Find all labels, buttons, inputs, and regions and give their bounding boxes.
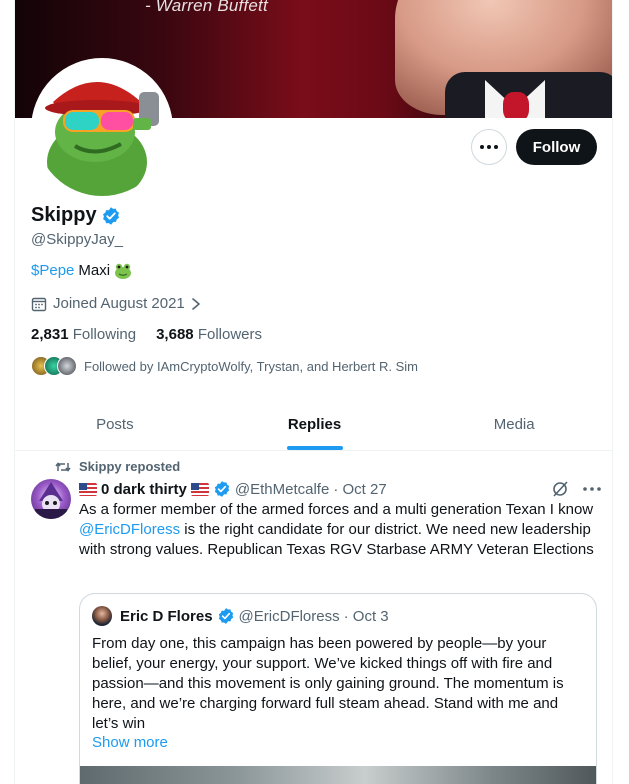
- chevron-right-icon: [191, 297, 200, 310]
- follow-button[interactable]: Follow: [516, 129, 597, 165]
- tab-label: Replies: [287, 415, 342, 433]
- tab-label: Media: [493, 415, 535, 433]
- us-flag-icon: [190, 482, 209, 496]
- post-more-icon[interactable]: [583, 487, 601, 491]
- post-author-name[interactable]: 0 dark thirty: [101, 481, 187, 498]
- follower-avatar: [57, 356, 77, 376]
- followers-you-know-avatars: [31, 356, 77, 376]
- following-link[interactable]: 2,831 Following: [31, 326, 136, 343]
- followers-label: Followers: [197, 326, 262, 343]
- profile-avatar[interactable]: [31, 58, 173, 200]
- show-more-link[interactable]: Show more: [92, 734, 168, 751]
- calendar-icon: [31, 297, 47, 311]
- post-date[interactable]: · Oct 27: [333, 481, 386, 498]
- more-options-button[interactable]: [471, 129, 507, 165]
- quoted-post-header: Eric D Flores @EricDFloress · Oct 3: [92, 606, 389, 626]
- following-label: Following: [72, 326, 137, 343]
- profile-tabs: Posts Replies Media: [15, 398, 612, 451]
- follow-stats: 2,831 Following 3,688 Followers: [31, 326, 262, 343]
- profile-column: - Warren Buffett Follow Skippy @SkippyJa…: [14, 0, 613, 784]
- frog-emoji-icon: [115, 263, 132, 279]
- post-author-avatar[interactable]: [31, 479, 71, 519]
- verified-badge-icon[interactable]: [101, 206, 121, 226]
- verified-badge-icon[interactable]: [213, 480, 231, 498]
- following-count: 2,831: [31, 326, 69, 343]
- followed-by-text: Followed by IAmCryptoWolfy, Trystan, and…: [84, 358, 419, 374]
- post-text-before: As a former member of the armed forces a…: [79, 501, 594, 518]
- quoted-post[interactable]: Eric D Flores @EricDFloress · Oct 3 From…: [79, 593, 597, 784]
- quoted-post-date: · Oct 3: [343, 607, 389, 625]
- active-tab-indicator: [286, 446, 343, 450]
- joined-date[interactable]: Joined August 2021: [31, 295, 201, 312]
- repost-indicator[interactable]: Skippy reposted: [55, 459, 180, 474]
- profile-bio: $Pepe Maxi: [31, 262, 132, 279]
- quoted-post-media[interactable]: [80, 766, 596, 784]
- banner-tie: [503, 92, 529, 118]
- post-author-handle[interactable]: @EthMetcalfe: [235, 481, 329, 498]
- repost-icon: [55, 461, 71, 472]
- repost-label: Skippy reposted: [79, 459, 181, 474]
- more-dots-icon: [480, 145, 498, 149]
- display-name: Skippy: [31, 204, 97, 226]
- joined-text: Joined August 2021: [53, 295, 185, 312]
- grok-icon[interactable]: [551, 480, 569, 498]
- verified-badge-icon: [218, 608, 233, 624]
- tab-label: Posts: [96, 415, 134, 433]
- profile-handle: @SkippyJay_: [31, 231, 123, 248]
- quoted-author-name: Eric D Flores: [120, 607, 213, 625]
- pepe-avatar-image: [45, 82, 159, 196]
- wizard-avatar-image: [35, 482, 67, 519]
- profile-name-row: Skippy: [31, 204, 121, 227]
- us-flag-icon: [79, 482, 97, 496]
- quoted-author-avatar: [92, 606, 112, 626]
- bio-cashtag-link[interactable]: $Pepe: [31, 262, 74, 279]
- quoted-author-handle: @EricDFloress: [238, 607, 340, 625]
- tab-replies[interactable]: Replies: [215, 398, 415, 450]
- post-text: As a former member of the armed forces a…: [79, 500, 599, 560]
- followers-link[interactable]: 3,688 Followers: [156, 326, 262, 343]
- bio-text: Maxi: [78, 262, 111, 279]
- post-header: 0 dark thirty @EthMetcalfe · Oct 27: [79, 480, 387, 498]
- tab-media[interactable]: Media: [414, 398, 612, 450]
- followed-by-row[interactable]: Followed by IAmCryptoWolfy, Trystan, and…: [31, 356, 418, 376]
- quoted-post-text: From day one, this campaign has been pow…: [92, 635, 564, 732]
- post-mention-link[interactable]: @EricDFloress: [79, 521, 180, 538]
- followers-count: 3,688: [156, 326, 194, 343]
- banner-quote: - Warren Buffett: [145, 0, 268, 15]
- post-header-actions: [551, 480, 601, 498]
- tab-posts[interactable]: Posts: [15, 398, 215, 450]
